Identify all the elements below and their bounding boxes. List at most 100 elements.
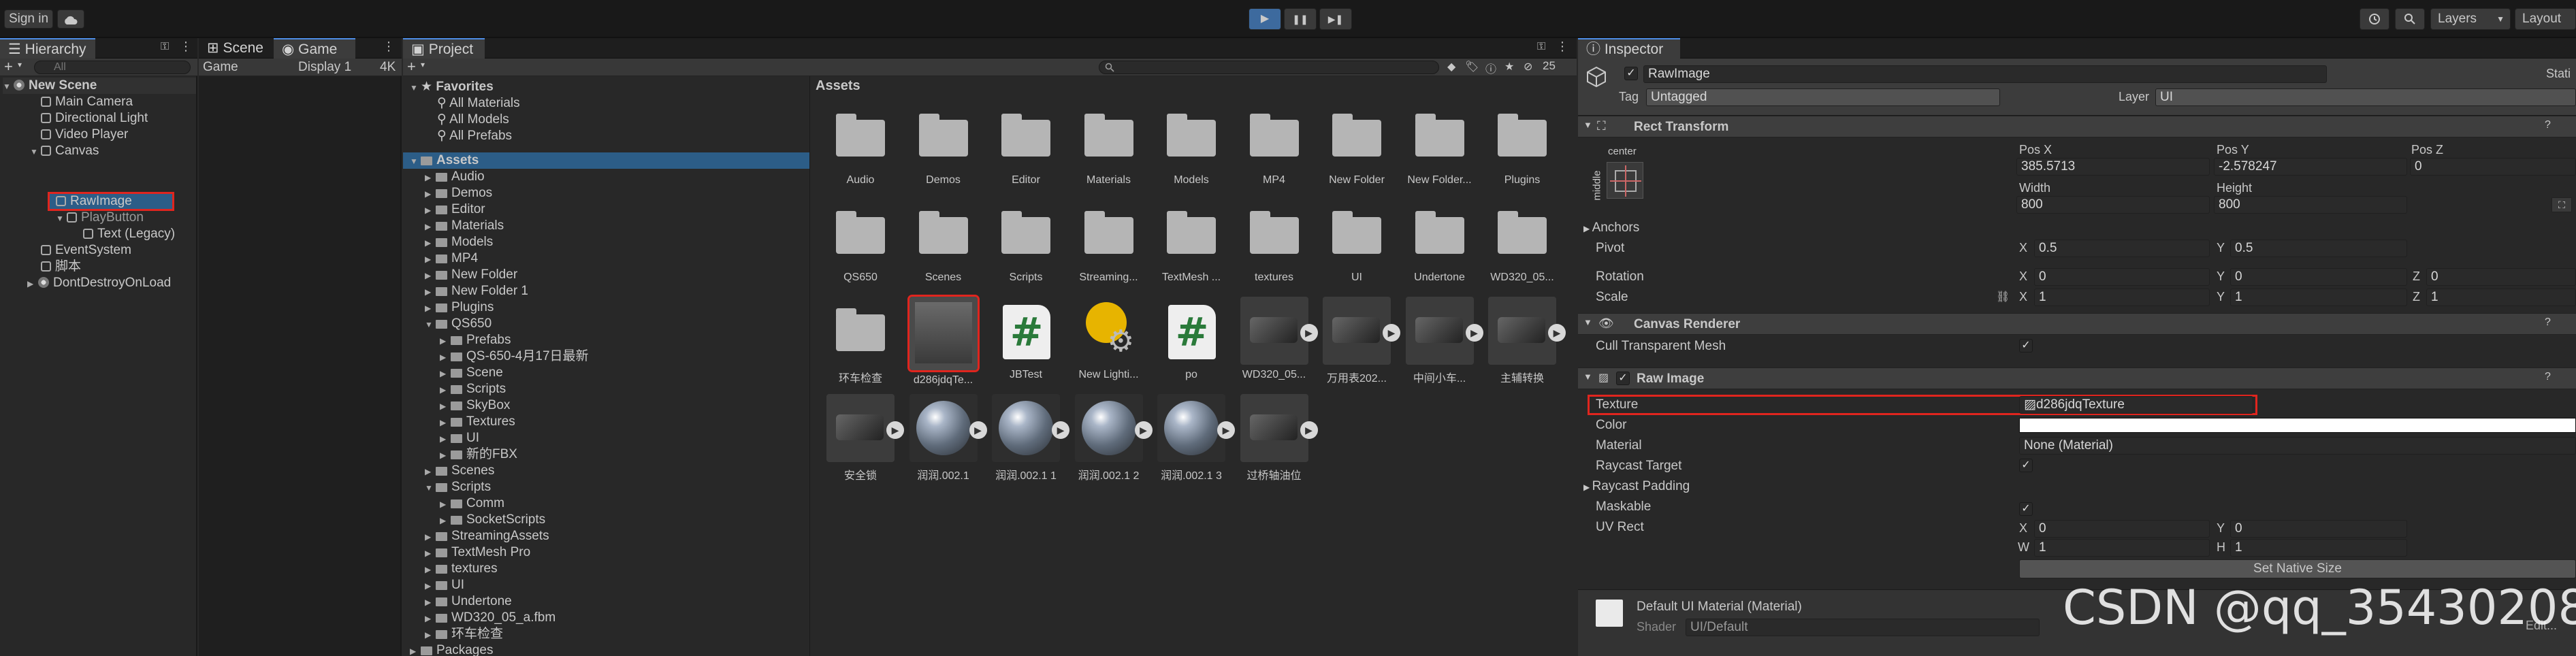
static-label[interactable]: Stati xyxy=(2546,67,2571,81)
raycast-target-checkbox[interactable]: ✓ xyxy=(2019,459,2033,472)
expand-icon[interactable]: ▶ xyxy=(1383,324,1400,342)
tree-item[interactable]: ▶ Scripts xyxy=(440,381,506,397)
chevron-right-icon[interactable]: ▶ xyxy=(425,202,436,218)
chevron-right-icon[interactable]: ▶ xyxy=(425,267,436,284)
pivot-x-field[interactable]: 0.5 xyxy=(2034,240,2210,257)
chevron-down-icon[interactable]: ▾ xyxy=(18,60,22,69)
layout-dropdown[interactable]: Layout xyxy=(2515,8,2576,30)
hidden-packages-icon[interactable]: ⊘ xyxy=(1524,60,1532,73)
chevron-right-icon[interactable]: ▶ xyxy=(440,382,451,398)
chevron-right-icon[interactable]: ▶ xyxy=(440,431,451,447)
chevron-right-icon[interactable]: ▶ xyxy=(425,529,436,545)
tree-item[interactable]: ▶ textures xyxy=(425,561,498,577)
tree-item[interactable]: ▶ Packages xyxy=(410,642,493,656)
hierarchy-item[interactable]: Main Camera xyxy=(41,94,133,110)
hierarchy-item[interactable]: Video Player xyxy=(41,127,128,143)
asset-item[interactable]: ▶ 润润.002.1 1 xyxy=(989,394,1069,482)
tab-game[interactable]: ◉ Game xyxy=(274,38,355,59)
tree-item[interactable]: ▶ UI xyxy=(425,577,464,593)
tree-item[interactable]: ▶ Materials xyxy=(425,218,504,234)
tree-item[interactable]: ▶ Models xyxy=(425,234,493,250)
tab-hierarchy[interactable]: ☰ Hierarchy xyxy=(0,38,95,59)
fold-icon[interactable]: ▼ xyxy=(1583,317,1592,327)
pivot-y-field[interactable]: 0.5 xyxy=(2230,240,2407,257)
texture-field[interactable]: ▨d286jdqTexture xyxy=(2019,396,2253,414)
raycast-padding-row[interactable]: ▶ Raycast Padding xyxy=(1583,478,1690,495)
expand-icon[interactable]: ▶ xyxy=(1300,421,1318,439)
asset-item[interactable]: # JBTest xyxy=(989,297,1063,381)
resolution-dropdown[interactable]: 4K xyxy=(380,59,396,76)
folder-item[interactable]: Plugins xyxy=(1485,102,1559,186)
tree-item[interactable]: ▶ WD320_05_a.fbm xyxy=(425,610,556,626)
uv-h-field[interactable]: 1 xyxy=(2230,539,2407,557)
chevron-right-icon[interactable]: ▶ xyxy=(425,251,436,267)
folder-item[interactable]: Audio xyxy=(824,102,897,186)
height-field[interactable]: 800 xyxy=(2214,196,2407,214)
step-icon[interactable]: ▶❚ xyxy=(1319,8,1352,30)
pause-icon[interactable]: ❚❚ xyxy=(1284,8,1317,30)
tree-item[interactable]: ▶ Prefabs xyxy=(440,332,511,348)
search-icon[interactable] xyxy=(2395,8,2425,30)
asset-item[interactable]: ▶ 安全锁 xyxy=(824,394,904,482)
tree-item[interactable]: ▶ 环车检查 xyxy=(425,626,503,642)
tree-item[interactable]: ▶ StreamingAssets xyxy=(425,528,549,544)
folder-item[interactable]: Materials xyxy=(1072,102,1146,186)
help-icon[interactable]: ? xyxy=(2545,119,2551,131)
folder-item[interactable]: textures xyxy=(1238,199,1311,284)
chevron-right-icon[interactable]: ▶ xyxy=(425,463,436,480)
anchor-preset-button[interactable] xyxy=(1607,162,1643,199)
expand-icon[interactable]: ▶ xyxy=(969,421,987,439)
tree-item[interactable]: ▼ QS650 xyxy=(425,316,492,332)
uv-w-field[interactable]: 1 xyxy=(2034,539,2210,557)
rotation-y-field[interactable]: 0 xyxy=(2230,268,2407,286)
expand-icon[interactable]: ▶ xyxy=(886,421,904,439)
uv-x-field[interactable]: 0 xyxy=(2034,520,2210,538)
chevron-right-icon[interactable]: ▶ xyxy=(425,545,436,561)
folder-item[interactable]: Editor xyxy=(989,102,1063,186)
display-dropdown[interactable]: Display 1 xyxy=(298,59,351,76)
hierarchy-item[interactable]: EventSystem xyxy=(41,242,131,259)
tree-item[interactable]: ▶ Comm xyxy=(440,495,504,512)
breadcrumb[interactable]: Assets xyxy=(816,76,860,95)
tree-item[interactable]: ▶ SkyBox xyxy=(440,397,510,414)
asset-item[interactable]: ▶ 万用表202... xyxy=(1320,297,1400,385)
chevron-right-icon[interactable]: ▶ xyxy=(440,398,451,414)
asset-item[interactable]: ▶ 主辅转换 xyxy=(1485,297,1566,385)
raw-edit-icon[interactable]: ⛶ xyxy=(2551,197,2572,212)
chevron-right-icon[interactable]: ▶ xyxy=(440,333,451,349)
tree-item[interactable]: ▶ Editor xyxy=(425,201,485,218)
fold-icon[interactable]: ▼ xyxy=(1583,372,1592,382)
raw-image-header[interactable]: ▼ ▨ ✓ Raw Image ? xyxy=(1578,367,2576,389)
asset-item[interactable]: ▶ 中间小车... xyxy=(1403,297,1483,385)
posy-field[interactable]: -2.578247 xyxy=(2214,158,2407,176)
material-field[interactable]: None (Material) xyxy=(2019,437,2576,455)
chevron-right-icon[interactable]: ▶ xyxy=(410,643,421,656)
asset-item[interactable]: # po xyxy=(1155,297,1228,381)
tree-item[interactable]: ▶ Demos xyxy=(425,185,492,201)
tag-dropdown[interactable]: Untagged xyxy=(1646,88,2000,106)
favorite-item[interactable]: ⚲ All Models xyxy=(437,112,509,128)
layers-dropdown[interactable]: Layers ▼ xyxy=(2430,8,2511,30)
chevron-right-icon[interactable]: ▶ xyxy=(425,235,436,251)
chevron-right-icon[interactable]: ▶ xyxy=(425,218,436,235)
tree-item[interactable]: ▶ 新的FBX xyxy=(440,446,517,463)
active-checkbox[interactable]: ✓ xyxy=(1624,67,1638,80)
folder-item[interactable]: Undertone xyxy=(1403,199,1477,284)
chevron-right-icon[interactable]: ▶ xyxy=(425,627,436,643)
posz-field[interactable]: 0 xyxy=(2410,158,2576,176)
fold-icon[interactable]: ▼ xyxy=(1583,120,1592,130)
expand-icon[interactable]: ▶ xyxy=(1300,324,1318,342)
chevron-right-icon[interactable]: ▶ xyxy=(425,561,436,578)
tree-item[interactable]: ▶ Scene xyxy=(440,365,503,381)
project-search-input[interactable] xyxy=(1099,61,1439,74)
scene-row[interactable]: ▼ New Scene xyxy=(3,78,196,94)
asset-item[interactable]: ▶ 润润.002.1 2 xyxy=(1072,394,1153,482)
tree-item[interactable]: ▶ Undertone xyxy=(425,593,512,610)
tab-project[interactable]: ▣ Project xyxy=(403,38,485,59)
chevron-right-icon[interactable]: ▶ xyxy=(425,610,436,627)
star-icon[interactable]: ★ xyxy=(1504,60,1514,73)
tree-item[interactable]: ▶ Audio xyxy=(425,169,485,185)
expand-icon[interactable]: ▶ xyxy=(1134,421,1153,439)
hierarchy-item[interactable]: ▼ PlayButton xyxy=(56,210,144,226)
folder-item[interactable]: New Folder xyxy=(1320,102,1394,186)
